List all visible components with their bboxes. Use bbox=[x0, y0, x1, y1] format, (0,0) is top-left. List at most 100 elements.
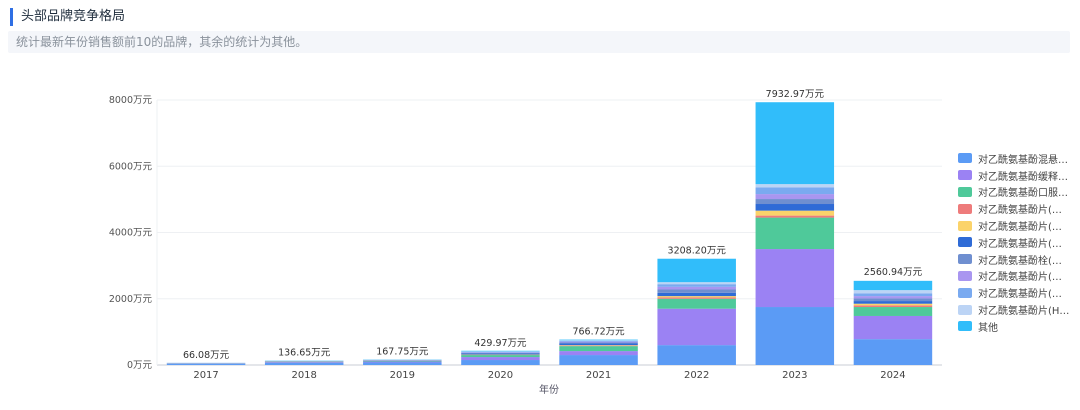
bar-segment[interactable] bbox=[853, 301, 933, 304]
bar-segment[interactable] bbox=[559, 340, 638, 342]
bar-segment[interactable] bbox=[264, 362, 344, 364]
bar-segment[interactable] bbox=[363, 360, 442, 362]
stacked-bar-chart: 0万元 2000万元 4000万元 6000万元 8000万元 66.08万元 2017 13… bbox=[109, 89, 942, 396]
bar-segment[interactable] bbox=[657, 284, 736, 287]
bar-segment[interactable] bbox=[559, 340, 638, 341]
legend-label: 对乙酰氨基酚栓(湖北... bbox=[978, 255, 1070, 267]
total-label: 429.97万元 bbox=[474, 338, 527, 349]
bar-segment[interactable] bbox=[853, 290, 933, 294]
legend-item[interactable]: 其他 bbox=[958, 318, 1076, 335]
bar-segment[interactable] bbox=[657, 308, 736, 346]
legend-item[interactable]: 对乙酰氨基酚片(天方... bbox=[958, 284, 1076, 301]
bar-segment[interactable] bbox=[853, 296, 933, 299]
bar-segment[interactable] bbox=[559, 355, 638, 365]
bar-segment[interactable] bbox=[559, 341, 638, 343]
legend-label: 对乙酰氨基酚片(山西... bbox=[978, 205, 1070, 217]
bar-segment[interactable] bbox=[657, 298, 736, 309]
bar-segment[interactable] bbox=[755, 217, 835, 250]
total-label: 66.08万元 bbox=[183, 350, 230, 361]
y-tick-label: 4000万元 bbox=[109, 228, 153, 239]
legend-swatch bbox=[958, 321, 972, 332]
bar-segment[interactable] bbox=[657, 292, 736, 297]
bar-segment[interactable] bbox=[853, 293, 933, 297]
legend-swatch bbox=[958, 220, 972, 231]
legend-item[interactable]: 对乙酰氨基酚片(国药... bbox=[958, 268, 1076, 285]
bar-segment[interactable] bbox=[755, 210, 835, 216]
y-tick-label: 8000万元 bbox=[109, 95, 153, 106]
bar-segment[interactable] bbox=[755, 102, 835, 185]
bar-segment[interactable] bbox=[853, 305, 933, 308]
bar-segment[interactable] bbox=[853, 280, 933, 291]
legend-swatch bbox=[958, 254, 972, 265]
legend-swatch bbox=[958, 153, 972, 164]
bar-segment[interactable] bbox=[461, 350, 540, 352]
legend-label: 对乙酰氨基酚片(天方... bbox=[978, 289, 1070, 301]
bar-segment[interactable] bbox=[461, 353, 540, 355]
x-tick-label: 2023 bbox=[782, 370, 807, 381]
bar-segment[interactable] bbox=[657, 345, 736, 365]
bar-segment[interactable] bbox=[461, 355, 540, 358]
bar-segment[interactable] bbox=[755, 187, 835, 195]
bar-segment[interactable] bbox=[559, 339, 638, 341]
x-tick-label: 2022 bbox=[684, 370, 709, 381]
bar-segment[interactable] bbox=[853, 315, 933, 340]
legend-swatch bbox=[958, 270, 972, 281]
bar-segment[interactable] bbox=[755, 307, 835, 365]
bar-segment[interactable] bbox=[657, 258, 736, 283]
legend-item[interactable]: 对乙酰氨基酚片(Ha... bbox=[958, 301, 1076, 318]
legend-swatch bbox=[958, 186, 972, 197]
legend-item[interactable]: 对乙酰氨基酚混悬滴剂... bbox=[958, 150, 1076, 167]
legend-label: 对乙酰氨基酚片(国药... bbox=[978, 272, 1070, 284]
x-tick-label: 2021 bbox=[586, 370, 611, 381]
bar-segment[interactable] bbox=[166, 363, 246, 365]
bar-segment[interactable] bbox=[657, 296, 736, 298]
bar-segment[interactable] bbox=[853, 303, 933, 306]
bar-segment[interactable] bbox=[559, 342, 638, 344]
y-tick-label: 6000万元 bbox=[109, 161, 153, 172]
bar-segment[interactable] bbox=[755, 249, 835, 308]
legend-item[interactable]: 对乙酰氨基酚片(特一... bbox=[958, 234, 1076, 251]
legend-item[interactable]: 对乙酰氨基酚栓(湖北... bbox=[958, 251, 1076, 268]
bar-segment[interactable] bbox=[853, 298, 933, 302]
bar-segment[interactable] bbox=[461, 352, 540, 354]
x-tick-label: 2020 bbox=[488, 370, 513, 381]
bar-segment[interactable] bbox=[363, 362, 442, 365]
bar-segment[interactable] bbox=[559, 346, 638, 352]
bar-segment[interactable] bbox=[853, 339, 933, 365]
y-tick-label: 0万元 bbox=[127, 360, 153, 371]
legend-label: 对乙酰氨基酚片(特一... bbox=[978, 238, 1070, 250]
bar-segment[interactable] bbox=[461, 351, 540, 353]
bar-segment[interactable] bbox=[461, 357, 540, 361]
bar-segment[interactable] bbox=[657, 286, 736, 290]
bar-segment[interactable] bbox=[657, 282, 736, 285]
legend-swatch bbox=[958, 203, 972, 214]
bar-segment[interactable] bbox=[755, 184, 835, 188]
bar-layer bbox=[166, 102, 933, 365]
bar-segment[interactable] bbox=[853, 307, 933, 316]
chart-legend: 对乙酰氨基酚混悬滴剂... 对乙酰氨基酚缓释片(... 对乙酰氨基酚口服混悬... 对… bbox=[958, 150, 1076, 335]
bar-segment[interactable] bbox=[755, 199, 835, 205]
bar-segment[interactable] bbox=[657, 289, 736, 293]
bar-segment[interactable] bbox=[755, 204, 835, 211]
bar-segment[interactable] bbox=[461, 360, 540, 365]
legend-label: 其他 bbox=[978, 322, 998, 334]
bar-segment[interactable] bbox=[559, 351, 638, 356]
bar-segment[interactable] bbox=[363, 361, 442, 363]
legend-swatch bbox=[958, 237, 972, 248]
legend-swatch bbox=[958, 287, 972, 298]
total-label: 136.65万元 bbox=[278, 347, 331, 358]
bar-segment[interactable] bbox=[657, 297, 736, 299]
total-label: 167.75万元 bbox=[376, 346, 429, 357]
bar-segment[interactable] bbox=[755, 215, 835, 218]
legend-item[interactable]: 对乙酰氨基酚口服混悬... bbox=[958, 184, 1076, 201]
legend-item[interactable]: 对乙酰氨基酚缓释片(... bbox=[958, 167, 1076, 184]
total-label: 7932.97万元 bbox=[766, 89, 825, 100]
bar-segment[interactable] bbox=[264, 363, 344, 365]
legend-item[interactable]: 对乙酰氨基酚片(东北... bbox=[958, 217, 1076, 234]
legend-label: 对乙酰氨基酚口服混悬... bbox=[978, 188, 1070, 200]
total-label: 2560.94万元 bbox=[864, 267, 923, 278]
legend-item[interactable]: 对乙酰氨基酚片(山西... bbox=[958, 200, 1076, 217]
bar-segment[interactable] bbox=[755, 194, 835, 200]
total-label: 3208.20万元 bbox=[668, 246, 727, 257]
bar-segment[interactable] bbox=[559, 343, 638, 346]
